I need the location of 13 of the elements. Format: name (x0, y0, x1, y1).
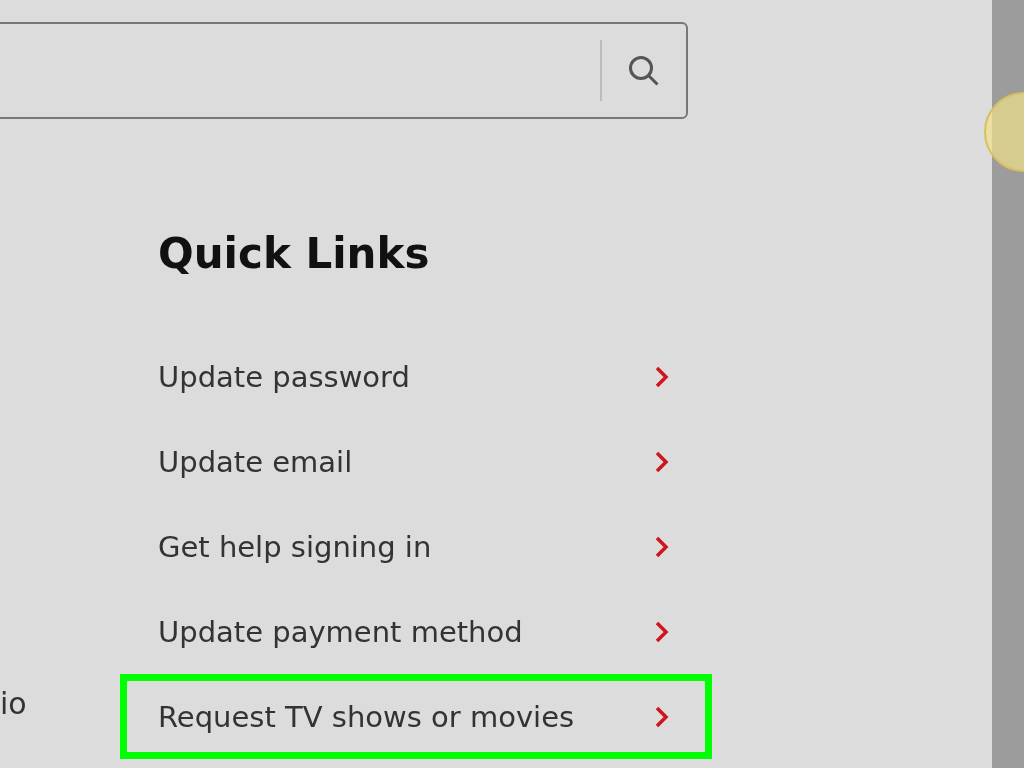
chevron-right-icon (655, 450, 669, 473)
chevron-right-icon (655, 535, 669, 558)
quick-link[interactable]: Update payment method (120, 589, 712, 674)
chevron-right-icon (655, 620, 669, 643)
chevron-right-icon (655, 705, 669, 728)
search-field[interactable] (0, 22, 688, 119)
section-heading: Quick Links (158, 229, 431, 278)
quick-link[interactable]: Update email (120, 419, 712, 504)
highlighted-link[interactable]: Request TV shows or movies (120, 674, 712, 759)
cut-off-text: io (0, 686, 27, 721)
chevron-right-icon (655, 365, 669, 388)
quick-link[interactable]: Update password (120, 334, 712, 419)
quick-link[interactable]: Get help signing in (120, 504, 712, 589)
